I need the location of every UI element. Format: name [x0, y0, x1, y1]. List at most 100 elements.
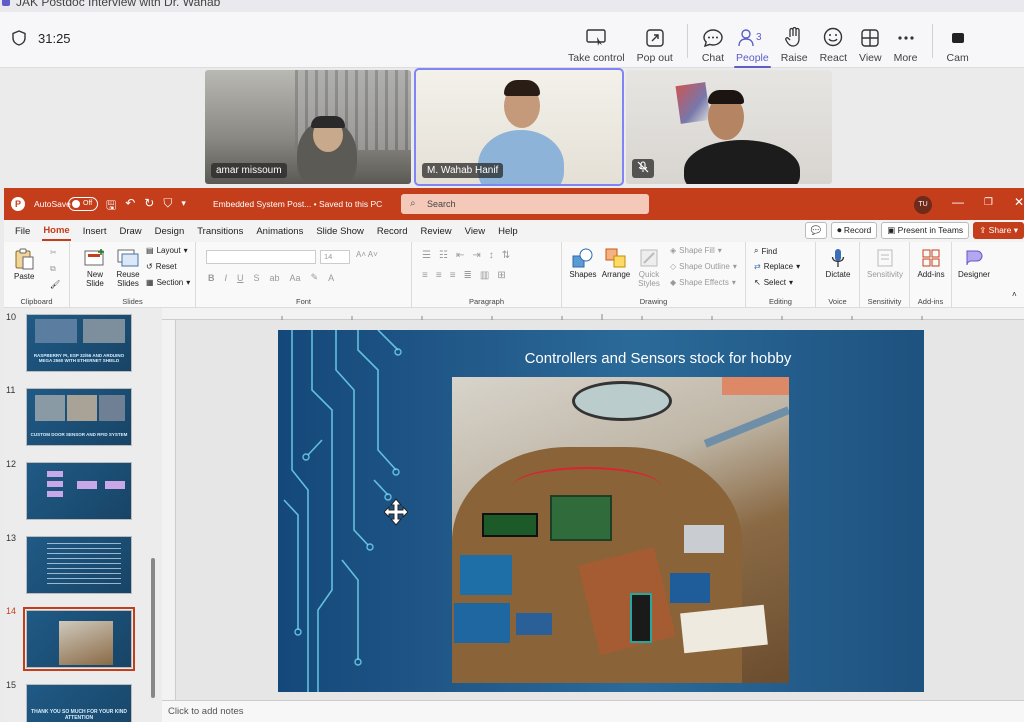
collapse-ribbon-icon[interactable]: ˄	[1012, 290, 1017, 299]
quick-styles-button[interactable]: Quick Styles	[634, 248, 664, 288]
copy-icon[interactable]: ⧉	[50, 264, 56, 274]
record-button[interactable]: ⏺ Record	[831, 222, 878, 239]
tab-animations[interactable]: Animations	[255, 223, 304, 240]
search-input[interactable]: ⌕ Search	[401, 194, 649, 214]
replace-button[interactable]: ⇄ Replace ▾	[754, 262, 800, 271]
tab-home[interactable]: Home	[42, 222, 71, 241]
italic-icon[interactable]: I	[225, 273, 228, 283]
view-button[interactable]: View	[853, 18, 888, 64]
new-slide-button[interactable]: New Slide	[80, 248, 110, 288]
undo-icon[interactable]: ↶	[125, 196, 135, 217]
pop-out-button[interactable]: Pop out	[631, 18, 679, 64]
tab-review[interactable]: Review	[420, 223, 453, 240]
thumbnail-scrollbar[interactable]	[150, 318, 156, 708]
font-size-controls[interactable]: A˄ A˅	[356, 250, 378, 259]
present-icon[interactable]: ⛉	[163, 196, 172, 217]
slide-thumbnail[interactable]	[26, 462, 132, 520]
tab-insert[interactable]: Insert	[82, 223, 108, 240]
sensitivity-button[interactable]: Sensitivity	[862, 248, 908, 279]
paste-button[interactable]: Paste	[14, 248, 34, 281]
redo-icon[interactable]: ↻	[144, 196, 154, 217]
scrollbar-thumb[interactable]	[151, 558, 155, 698]
take-control-button[interactable]: Take control	[562, 18, 631, 64]
shape-fill-button[interactable]: ◈ Shape Fill ▾	[670, 246, 722, 255]
dictate-button[interactable]: Dictate	[820, 248, 856, 279]
align-center-icon[interactable]: ≡	[436, 270, 442, 281]
align-buttons[interactable]: ≡ ≡ ≡ ≣ ▥ ⊞	[422, 270, 506, 281]
section-button[interactable]: ▦ Section ▾	[146, 278, 190, 287]
numbering-icon[interactable]: ☷	[439, 250, 448, 261]
share-button[interactable]: ⇪ Share ▾	[973, 222, 1024, 239]
save-icon[interactable]: 🖫	[106, 196, 116, 217]
tab-view[interactable]: View	[464, 223, 486, 240]
chat-button[interactable]: Chat	[696, 18, 730, 64]
bullets-icon[interactable]: ☰	[422, 250, 431, 261]
document-name[interactable]: Embedded System Post... • Saved to this …	[213, 199, 382, 209]
text-direction-icon[interactable]: ⇅	[502, 250, 510, 261]
underline-icon[interactable]: U	[237, 273, 244, 283]
cut-icon[interactable]: ✂	[50, 248, 57, 257]
current-slide[interactable]: Controllers and Sensors stock for hobby	[278, 330, 924, 692]
layout-button[interactable]: ▤ Layout ▾	[146, 246, 188, 255]
tab-transitions[interactable]: Transitions	[196, 223, 244, 240]
tab-file[interactable]: File	[14, 223, 31, 240]
present-in-teams-button[interactable]: ▣ Present in Teams	[881, 222, 970, 239]
outdent-icon[interactable]: ⇥	[472, 250, 480, 261]
indent-icon[interactable]: ⇤	[456, 250, 464, 261]
tab-draw[interactable]: Draw	[118, 223, 142, 240]
slide-thumbnail[interactable]	[26, 536, 132, 594]
participant-tile[interactable]: amar missoum	[205, 70, 411, 184]
align-left-icon[interactable]: ≡	[422, 270, 428, 281]
comments-button[interactable]: 💬	[804, 222, 828, 239]
shape-outline-button[interactable]: ◇ Shape Outline ▾	[670, 262, 737, 271]
tab-slide-show[interactable]: Slide Show	[315, 223, 365, 240]
people-button[interactable]: 3 People	[730, 18, 775, 68]
camera-button[interactable]: Cam	[941, 18, 969, 64]
bold-icon[interactable]: B	[208, 273, 215, 283]
select-button[interactable]: ↖ Select ▾	[754, 278, 793, 287]
shape-effects-button[interactable]: ◆ Shape Effects ▾	[670, 278, 736, 287]
notes-pane[interactable]: Click to add notes	[162, 700, 1024, 722]
user-avatar[interactable]: TU	[914, 196, 932, 214]
reset-button[interactable]: ↺ Reset	[146, 262, 177, 271]
format-painter-icon[interactable]: 🖌	[50, 280, 60, 289]
highlight-icon[interactable]: ✎	[311, 272, 319, 283]
autosave-toggle[interactable]: Off	[68, 197, 98, 211]
designer-button[interactable]: Designer	[952, 248, 996, 279]
slide-title[interactable]: Controllers and Sensors stock for hobby	[448, 350, 868, 367]
close-icon[interactable]: ✕	[1014, 195, 1024, 209]
chevron-down-icon[interactable]: ▾	[181, 196, 186, 217]
line-spacing-icon[interactable]: ↕	[489, 250, 494, 261]
reuse-slides-button[interactable]: Reuse Slides	[114, 248, 142, 288]
slide-thumbnail[interactable]: THANK YOU SO MUCH FOR YOUR KIND ATTENTIO…	[26, 684, 132, 722]
slide-photo[interactable]	[452, 377, 789, 683]
slide-thumbnail[interactable]: CUSTOM DOOR SENSOR AND RFID SYSTEM	[26, 388, 132, 446]
react-button[interactable]: React	[814, 18, 853, 64]
list-buttons[interactable]: ☰ ☷ ⇤ ⇥ ↕ ⇅	[422, 250, 510, 261]
slide-thumbnail-selected[interactable]	[23, 607, 135, 671]
shapes-button[interactable]: Shapes	[568, 248, 598, 279]
slide-thumbnail[interactable]: RASPBERRY PI, ESP 32/66 AND ARDUINO MEGA…	[26, 314, 132, 372]
align-right-icon[interactable]: ≡	[450, 270, 456, 281]
strike-icon[interactable]: S	[254, 273, 260, 283]
columns-icon[interactable]: ▥	[480, 270, 489, 281]
tab-record[interactable]: Record	[376, 223, 409, 240]
minimize-icon[interactable]: —	[952, 195, 964, 209]
smartart-icon[interactable]: ⊞	[497, 270, 505, 281]
addins-button[interactable]: Add-ins	[912, 248, 950, 279]
font-family-select[interactable]	[206, 250, 316, 264]
tab-help[interactable]: Help	[497, 223, 519, 240]
font-color-icon[interactable]: A	[328, 273, 334, 283]
participant-tile-active-speaker[interactable]: M. Wahab Hanif	[414, 68, 624, 186]
font-size-select[interactable]: 14	[320, 250, 350, 264]
tab-design[interactable]: Design	[154, 223, 186, 240]
justify-icon[interactable]: ≣	[464, 270, 472, 281]
spacing-icon[interactable]: ab	[270, 273, 280, 283]
font-style-buttons[interactable]: B I U Sab Aa ✎ A	[208, 272, 334, 283]
find-button[interactable]: ⌕ Find	[754, 246, 777, 256]
arrange-button[interactable]: Arrange	[600, 248, 632, 279]
maximize-icon[interactable]: ❐	[984, 197, 993, 208]
participant-tile[interactable]	[626, 70, 832, 184]
case-icon[interactable]: Aa	[290, 273, 301, 283]
more-button[interactable]: More	[888, 18, 924, 64]
